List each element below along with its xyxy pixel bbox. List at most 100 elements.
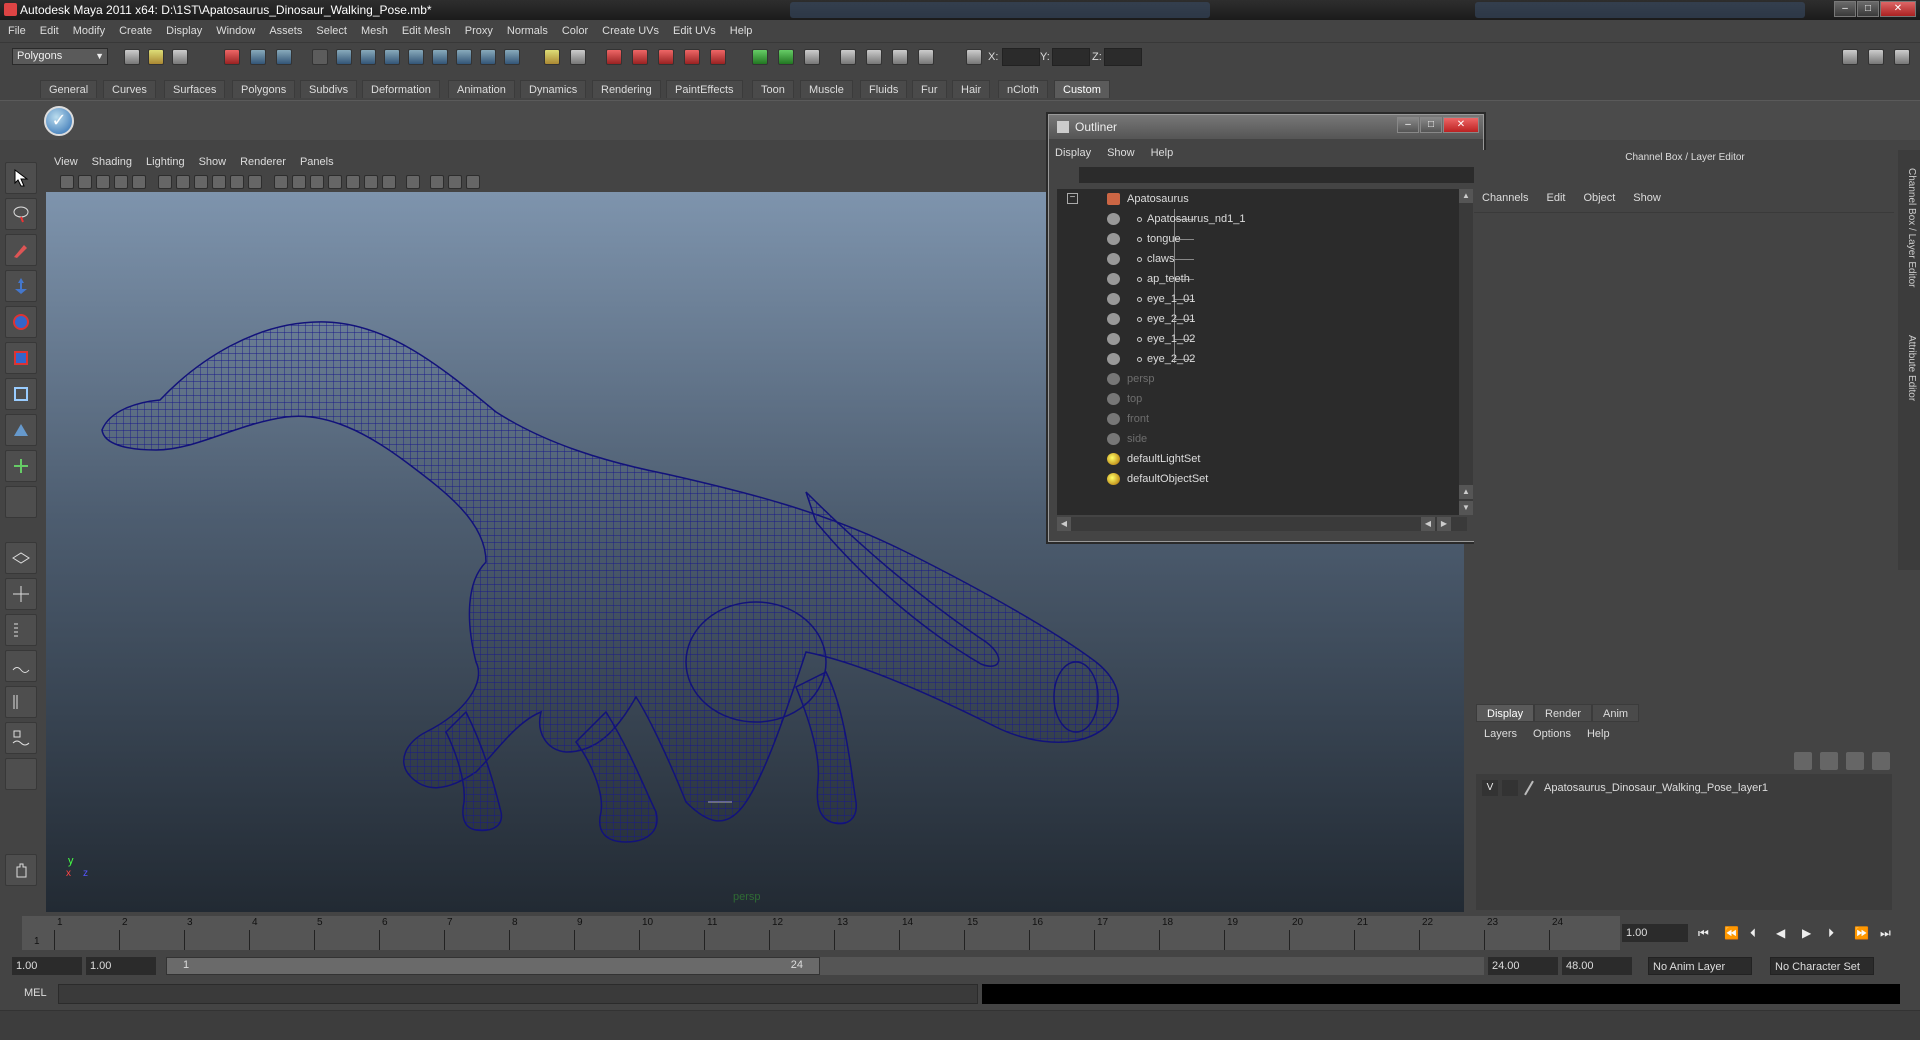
outliner-list[interactable]: − Apatosaurus Apatosaurus_nd1_1 tongue c… — [1057, 189, 1467, 515]
input-ops-icon[interactable] — [480, 49, 496, 65]
go-to-end-icon[interactable]: ⏭ — [1880, 926, 1891, 941]
two-d-pan-icon[interactable] — [132, 175, 146, 189]
time-slider-track[interactable]: 1 2 3 4 5 6 7 8 9 10 11 12 13 14 15 16 17 18 19 20 21 22 23 24 — [22, 916, 1620, 950]
transform-field-mode-icon[interactable] — [966, 49, 982, 65]
texture-icon[interactable] — [328, 175, 342, 189]
isolate-select-icon[interactable] — [406, 175, 420, 189]
z-field[interactable] — [1104, 48, 1142, 66]
menu-edit-uvs[interactable]: Edit UVs — [673, 25, 716, 37]
menu-color[interactable]: Color — [562, 25, 588, 37]
select-by-component-icon[interactable] — [276, 49, 292, 65]
layer-menu-help[interactable]: Help — [1587, 728, 1610, 740]
render-settings-icon[interactable] — [684, 49, 700, 65]
lighting-selected-icon[interactable] — [382, 175, 396, 189]
layer-tab-display[interactable]: Display — [1476, 704, 1535, 722]
layer-menu-options[interactable]: Options — [1533, 728, 1571, 740]
play-backwards-icon[interactable]: ◀ — [1776, 926, 1785, 940]
outliner-close-button[interactable]: ✕ — [1443, 117, 1479, 133]
shelf-tab-polygons[interactable]: Polygons — [232, 80, 296, 98]
image-plane-icon[interactable] — [114, 175, 128, 189]
batch-render-icon[interactable] — [892, 49, 908, 65]
shelf-tab-custom[interactable]: Custom — [1054, 80, 1110, 98]
tool-settings-toggle-icon[interactable] — [1868, 49, 1884, 65]
persp-graph-layout[interactable] — [5, 650, 37, 682]
open-scene-icon[interactable] — [148, 49, 164, 65]
wireframe-on-shaded-icon[interactable] — [310, 175, 324, 189]
lighting-default-icon[interactable] — [346, 175, 360, 189]
last-tool[interactable] — [5, 486, 37, 518]
select-by-hierarchy-icon[interactable] — [224, 49, 240, 65]
shelf-tab-ncloth[interactable]: nCloth — [998, 80, 1048, 98]
menu-create[interactable]: Create — [119, 25, 152, 37]
move-layer-up-icon[interactable] — [1794, 752, 1812, 770]
outliner-menu-show[interactable]: Show — [1107, 147, 1135, 159]
shelf-tab-toon[interactable]: Toon — [752, 80, 794, 98]
channel-box-menu-object[interactable]: Object — [1583, 192, 1615, 204]
menu-create-uvs[interactable]: Create UVs — [602, 25, 659, 37]
shelf-tab-surfaces[interactable]: Surfaces — [164, 80, 226, 98]
render-frame-icon[interactable] — [632, 49, 648, 65]
resolution-gate-icon[interactable] — [194, 175, 208, 189]
step-back-frame-icon[interactable]: ⏪ — [1724, 926, 1739, 940]
menu-assets[interactable]: Assets — [269, 25, 302, 37]
shelf-tab-fluids[interactable]: Fluids — [860, 80, 908, 98]
outliner-menu-help[interactable]: Help — [1151, 147, 1174, 159]
shelf-tab-animation[interactable]: Animation — [448, 80, 515, 98]
snap-grid-icon[interactable] — [336, 49, 352, 65]
outliner-vertical-scrollbar[interactable]: ▲ ▲ ▼ — [1459, 189, 1473, 515]
animation-start-field[interactable]: 1.00 — [12, 957, 82, 975]
animation-end-field[interactable]: 48.00 — [1562, 957, 1632, 975]
film-gate-icon[interactable] — [176, 175, 190, 189]
scroll-down-icon[interactable]: ▼ — [1459, 501, 1473, 515]
viewport-menu-renderer[interactable]: Renderer — [240, 156, 286, 168]
menu-display[interactable]: Display — [166, 25, 202, 37]
rotate-tool[interactable] — [5, 306, 37, 338]
layer-menu-layers[interactable]: Layers — [1484, 728, 1517, 740]
xray-joints-icon[interactable] — [448, 175, 462, 189]
outliner-minimize-button[interactable]: – — [1397, 117, 1419, 133]
outliner-maximize-button[interactable]: □ — [1420, 117, 1442, 133]
playback-start-field[interactable]: 1.00 — [86, 957, 156, 975]
range-slider-track[interactable]: 1 24 — [166, 957, 1484, 975]
scroll-up-icon[interactable]: ▲ — [1459, 485, 1473, 499]
maximize-button[interactable]: □ — [1857, 1, 1879, 17]
extra-layout[interactable] — [5, 758, 37, 790]
side-tab-attribute-editor[interactable]: Attribute Editor — [1901, 318, 1917, 418]
outliner-menu-display[interactable]: Display — [1055, 147, 1091, 159]
layer-playback-toggle[interactable] — [1502, 780, 1518, 796]
render-view-icon[interactable] — [606, 49, 622, 65]
scroll-up-icon[interactable]: ▲ — [1459, 189, 1473, 203]
viewport-menu-show[interactable]: Show — [199, 156, 227, 168]
shelf-tab-rendering[interactable]: Rendering — [592, 80, 661, 98]
channel-box-menu-show[interactable]: Show — [1633, 192, 1661, 204]
channel-box-toggle-icon[interactable] — [1842, 49, 1858, 65]
channel-box-menu-channels[interactable]: Channels — [1482, 192, 1528, 204]
shelf-tab-dynamics[interactable]: Dynamics — [520, 80, 587, 98]
scroll-left-icon[interactable]: ◀ — [1057, 517, 1071, 531]
menu-edit[interactable]: Edit — [40, 25, 59, 37]
move-tool[interactable] — [5, 270, 37, 302]
time-slider[interactable]: 1 2 3 4 5 6 7 8 9 10 11 12 13 14 15 16 17 18 19 20 21 22 23 24 … — [0, 914, 1920, 952]
scale-tool[interactable] — [5, 342, 37, 374]
help-query-icon[interactable] — [504, 49, 520, 65]
character-set-selector[interactable]: No Character Set — [1770, 957, 1874, 975]
scroll-right-icon[interactable]: ▶ — [1437, 517, 1451, 531]
lock-icon[interactable] — [544, 49, 560, 65]
range-slider-thumb[interactable]: 1 24 — [166, 957, 820, 975]
shelf-tab-hair[interactable]: Hair — [952, 80, 991, 98]
paint-select-tool[interactable] — [5, 234, 37, 266]
new-scene-icon[interactable] — [124, 49, 140, 65]
side-tab-channel-box[interactable]: Channel Box / Layer Editor — [1901, 158, 1917, 298]
menu-normals[interactable]: Normals — [507, 25, 548, 37]
move-layer-down-icon[interactable] — [1820, 752, 1838, 770]
command-input[interactable] — [58, 984, 978, 1004]
snap-point-icon[interactable] — [384, 49, 400, 65]
menu-help[interactable]: Help — [730, 25, 753, 37]
menu-modify[interactable]: Modify — [73, 25, 105, 37]
render-options-icon[interactable] — [918, 49, 934, 65]
selection-lock-icon[interactable] — [570, 49, 586, 65]
step-forward-frame-icon[interactable]: ⏩ — [1854, 926, 1869, 940]
selection-mask-icon[interactable] — [312, 49, 328, 65]
go-to-start-icon[interactable]: ⏮ — [1698, 926, 1709, 941]
menu-select[interactable]: Select — [316, 25, 347, 37]
